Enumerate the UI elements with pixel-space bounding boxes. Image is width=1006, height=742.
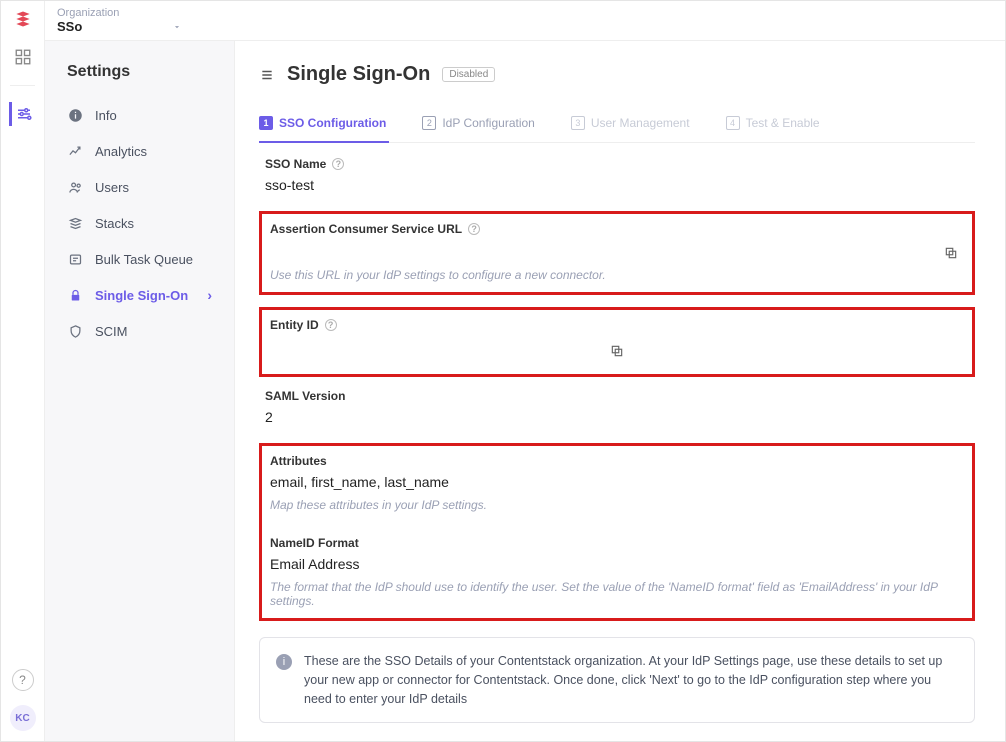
shield-icon xyxy=(67,323,83,339)
field-label-text: Assertion Consumer Service URL xyxy=(270,222,462,236)
page-title: Single Sign-On xyxy=(287,63,430,86)
highlight-attributes-nameid: Attributes email, first_name, last_name … xyxy=(259,443,975,621)
field-label-text: SSO Name xyxy=(265,157,326,171)
hamburger-icon[interactable] xyxy=(259,68,275,82)
status-badge: Disabled xyxy=(442,67,495,82)
sidebar-item-scim[interactable]: SCIM xyxy=(45,313,234,349)
tab-number: 2 xyxy=(422,116,436,130)
chevron-down-icon xyxy=(172,22,182,32)
info-icon: i xyxy=(276,654,292,670)
tab-user-mgmt: 3 User Management xyxy=(571,108,690,142)
sidebar-item-sso[interactable]: Single Sign-On › xyxy=(45,277,234,313)
sidebar-item-label: Users xyxy=(95,180,129,195)
tab-number: 1 xyxy=(259,116,273,130)
tab-number: 3 xyxy=(571,116,585,130)
help-tooltip-icon[interactable]: ? xyxy=(332,158,344,170)
sidebar-item-analytics[interactable]: Analytics xyxy=(45,133,234,169)
field-label-text: Attributes xyxy=(270,454,327,468)
field-value: email, first_name, last_name xyxy=(270,474,964,490)
info-text: These are the SSO Details of your Conten… xyxy=(304,652,958,708)
chevron-right-icon: › xyxy=(207,287,212,303)
page-header: Single Sign-On Disabled xyxy=(259,63,975,86)
sidebar-item-bulk-queue[interactable]: Bulk Task Queue xyxy=(45,241,234,277)
sidebar-item-label: SCIM xyxy=(95,324,128,339)
sidebar-item-label: Stacks xyxy=(95,216,134,231)
lock-icon xyxy=(67,287,83,303)
sidebar-item-label: Single Sign-On xyxy=(95,288,188,303)
sidebar-item-label: Bulk Task Queue xyxy=(95,252,193,267)
tab-sso-config[interactable]: 1 SSO Configuration xyxy=(259,108,386,142)
rail-dashboard-icon[interactable] xyxy=(11,45,35,69)
field-sso-name: SSO Name ? sso-test xyxy=(259,157,975,193)
rail-settings-icon[interactable] xyxy=(9,102,33,126)
field-label-text: SAML Version xyxy=(265,389,345,403)
sidebar-item-label: Info xyxy=(95,108,117,123)
sidebar-item-label: Analytics xyxy=(95,144,147,159)
help-tooltip-icon[interactable]: ? xyxy=(325,319,337,331)
field-saml-version: SAML Version 2 xyxy=(259,389,975,425)
field-value: 2 xyxy=(265,409,969,425)
info-icon xyxy=(67,107,83,123)
analytics-icon xyxy=(67,143,83,159)
copy-icon[interactable] xyxy=(610,344,624,358)
sidebar-title: Settings xyxy=(45,63,234,97)
tab-label: Test & Enable xyxy=(746,116,820,130)
copy-icon[interactable] xyxy=(944,246,958,260)
org-selector[interactable]: SSo xyxy=(57,19,182,34)
rail-divider xyxy=(10,85,36,86)
tab-test-enable: 4 Test & Enable xyxy=(726,108,820,142)
field-label-text: NameID Format xyxy=(270,536,359,550)
stacks-icon xyxy=(67,215,83,231)
org-value: SSo xyxy=(57,19,82,34)
info-callout: i These are the SSO Details of your Cont… xyxy=(259,637,975,723)
field-hint: Map these attributes in your IdP setting… xyxy=(270,498,964,512)
topbar: Organization SSo xyxy=(45,1,1005,41)
left-rail: ? KC xyxy=(1,1,45,741)
sidebar-item-users[interactable]: Users xyxy=(45,169,234,205)
tab-indicator xyxy=(259,141,389,143)
queue-icon xyxy=(67,251,83,267)
config-tabs: 1 SSO Configuration 2 IdP Configuration … xyxy=(259,108,975,143)
tab-idp-config[interactable]: 2 IdP Configuration xyxy=(422,108,535,142)
field-value: Email Address xyxy=(270,556,964,572)
settings-sidebar: Settings Info Analytics Users Stacks xyxy=(45,41,235,741)
tab-label: SSO Configuration xyxy=(279,116,386,130)
main-content: Single Sign-On Disabled 1 SSO Configurat… xyxy=(235,41,1005,741)
brand-logo-icon xyxy=(13,9,33,29)
field-label-text: Entity ID xyxy=(270,318,319,332)
sidebar-item-info[interactable]: Info xyxy=(45,97,234,133)
user-avatar[interactable]: KC xyxy=(10,705,36,731)
tab-label: IdP Configuration xyxy=(442,116,535,130)
tab-label: User Management xyxy=(591,116,690,130)
highlight-entity-id: Entity ID ? xyxy=(259,307,975,377)
field-hint: The format that the IdP should use to id… xyxy=(270,580,964,608)
field-value: sso-test xyxy=(265,177,969,193)
tab-number: 4 xyxy=(726,116,740,130)
field-hint: Use this URL in your IdP settings to con… xyxy=(270,268,964,282)
help-tooltip-icon[interactable]: ? xyxy=(468,223,480,235)
org-label: Organization xyxy=(57,7,182,19)
help-icon[interactable]: ? xyxy=(12,669,34,691)
sidebar-item-stacks[interactable]: Stacks xyxy=(45,205,234,241)
highlight-acs-url: Assertion Consumer Service URL ? Use thi… xyxy=(259,211,975,295)
users-icon xyxy=(67,179,83,195)
